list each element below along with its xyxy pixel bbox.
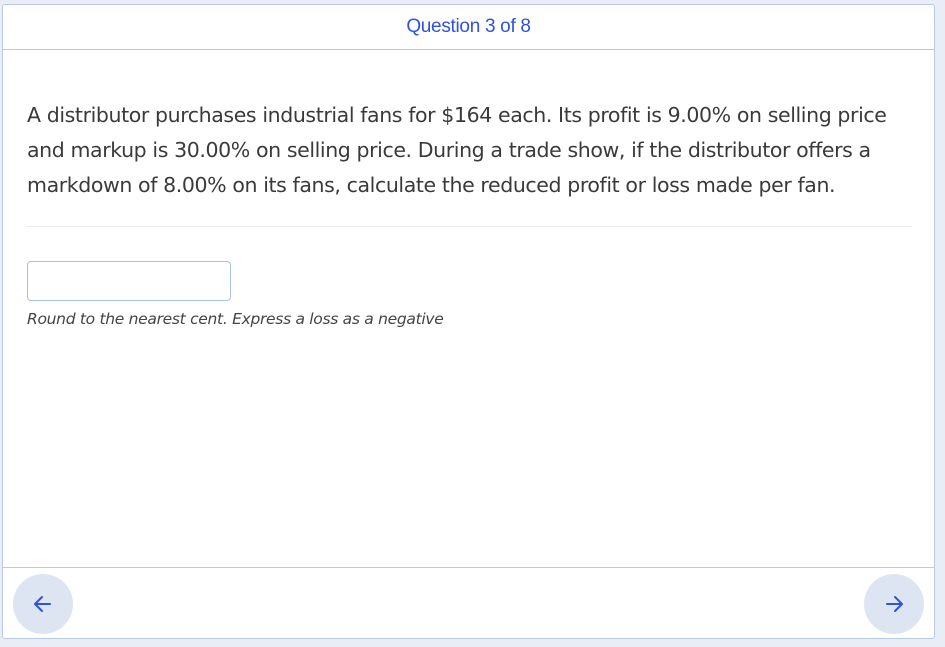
question-header: Question 3 of 8 [3, 5, 934, 50]
question-text: A distributor purchases industrial fans … [27, 103, 887, 197]
answer-hint: Round to the nearest cent. Express a los… [27, 310, 444, 328]
next-question-button[interactable] [864, 574, 924, 634]
divider [27, 226, 912, 227]
answer-input[interactable] [27, 261, 231, 301]
question-counter: Question 3 of 8 [406, 16, 531, 37]
navigation-footer [3, 567, 934, 638]
question-panel: Question 3 of 8 A distributor purchases … [2, 4, 935, 639]
arrow-right-icon [886, 596, 903, 612]
previous-question-button[interactable] [13, 574, 73, 634]
question-body: A distributor purchases industrial fans … [3, 98, 934, 328]
arrow-left-icon [34, 596, 51, 612]
